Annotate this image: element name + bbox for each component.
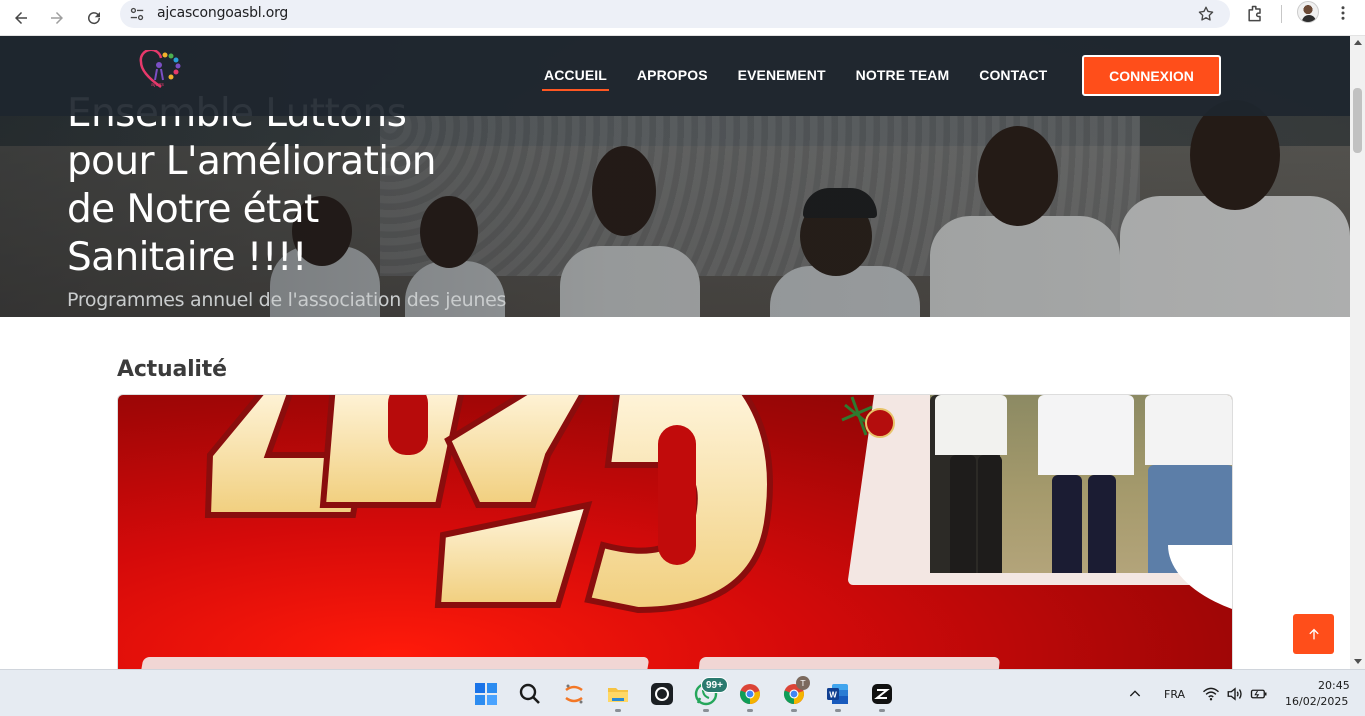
file-explorer-icon[interactable]: [604, 680, 632, 708]
volume-icon[interactable]: [1224, 680, 1246, 708]
nav-link-accueil[interactable]: ACCUEIL: [542, 67, 609, 91]
nav-link-contact[interactable]: CONTACT: [979, 67, 1047, 89]
nav-link-evenement[interactable]: EVENEMENT: [738, 67, 826, 89]
chrome-profile-badge: T: [796, 676, 810, 690]
news-heading: Actualité: [117, 357, 227, 382]
site-settings-icon[interactable]: [128, 5, 146, 23]
back-icon[interactable]: [7, 4, 35, 32]
site-navbar: ajcas ACCUEIL APROPOS EVENEMENT NOTRE TE…: [0, 36, 1350, 116]
github-icon[interactable]: [648, 680, 676, 708]
bookmark-star-icon[interactable]: [1196, 4, 1216, 24]
word-icon[interactable]: W: [824, 680, 852, 708]
arrow-up-icon: [1308, 628, 1319, 640]
clock-date[interactable]: 16/02/2025: [1285, 695, 1348, 708]
scrollbar-thumb[interactable]: [1353, 88, 1362, 153]
scroll-down-icon[interactable]: [1354, 659, 1362, 664]
news-card-image[interactable]: 2025: [117, 394, 1233, 669]
scroll-to-top-button[interactable]: [1293, 614, 1334, 654]
nav-link-apropos[interactable]: APROPOS: [637, 67, 708, 89]
profile-avatar[interactable]: [1297, 1, 1319, 23]
site-logo[interactable]: ajcas: [138, 48, 184, 90]
login-button[interactable]: CONNEXION: [1082, 55, 1221, 96]
svg-text:ajcas: ajcas: [151, 82, 164, 88]
page-scrollbar[interactable]: [1350, 36, 1365, 669]
wifi-icon[interactable]: [1200, 680, 1222, 708]
clock-time[interactable]: 20:45: [1318, 679, 1350, 692]
page-viewport: Ensemble Luttons pour L'amélioration de …: [0, 36, 1350, 669]
browser-toolbar: ajcascongoasbl.org: [0, 0, 1365, 36]
nav-link-notre-team[interactable]: NOTRE TEAM: [856, 67, 950, 89]
reload-icon[interactable]: [80, 4, 108, 32]
nav-menu: ACCUEIL APROPOS EVENEMENT NOTRE TEAM CON…: [542, 67, 1077, 91]
svg-text:W: W: [829, 691, 837, 700]
toolbar-divider: [1281, 5, 1282, 23]
url-text[interactable]: ajcascongoasbl.org: [157, 5, 288, 21]
more-menu-icon[interactable]: [1333, 3, 1353, 23]
battery-icon[interactable]: [1248, 680, 1270, 708]
whatsapp-unread-badge: 99+: [701, 677, 728, 693]
forward-icon[interactable]: [43, 4, 71, 32]
jupyter-icon[interactable]: [560, 680, 588, 708]
hero-subtitle: Programmes annuel de l'association des j…: [67, 289, 507, 311]
chrome-icon[interactable]: [736, 680, 764, 708]
capcut-icon[interactable]: [868, 680, 896, 708]
christmas-ornament-icon: [841, 396, 895, 438]
windows-taskbar: 99+ T W FRA 20:45 16/02/2025: [0, 669, 1365, 716]
chevron-up-icon[interactable]: [1124, 680, 1146, 708]
windows-start-icon[interactable]: [472, 680, 500, 708]
year-text: 2025: [118, 395, 119, 396]
address-bar[interactable]: ajcascongoasbl.org: [120, 0, 1230, 28]
scroll-up-icon[interactable]: [1354, 40, 1362, 45]
hero-title: Ensemble Luttons pour L'amélioration de …: [67, 91, 436, 280]
search-icon[interactable]: [516, 680, 544, 708]
extensions-icon[interactable]: [1243, 2, 1267, 26]
language-indicator[interactable]: FRA: [1164, 688, 1185, 701]
